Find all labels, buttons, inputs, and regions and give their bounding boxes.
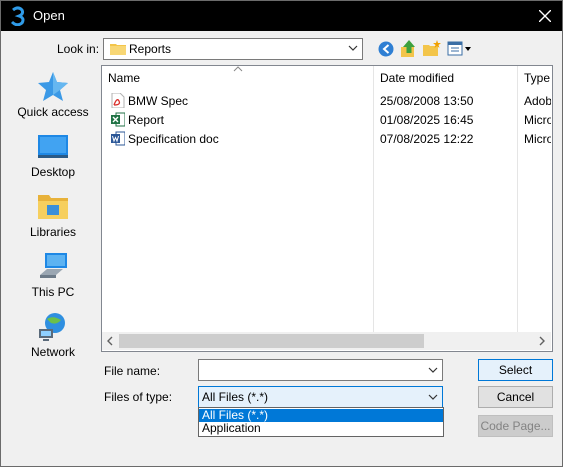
scroll-left-icon[interactable] [107, 336, 113, 346]
view-menu-button[interactable] [447, 39, 473, 59]
close-icon [539, 10, 551, 22]
files-of-type-value: All Files (*.*) [202, 390, 269, 404]
place-desktop[interactable]: Desktop [9, 127, 97, 185]
window-title: Open [33, 8, 65, 23]
view-menu-icon [447, 41, 471, 56]
file-name-label: File name: [104, 364, 161, 378]
file-type: Micro [524, 132, 551, 146]
place-label: This PC [31, 285, 75, 299]
cancel-button[interactable]: Cancel [478, 386, 553, 408]
code-page-button[interactable]: Code Page... [478, 415, 553, 437]
scrollbar-thumb[interactable] [119, 334, 424, 348]
files-of-type-dropdown-list: All Files (*.*) Application [198, 407, 444, 437]
files-of-type-select[interactable]: All Files (*.*) [198, 386, 443, 408]
select-button[interactable]: Select [478, 359, 553, 381]
network-icon [39, 313, 65, 341]
place-libraries[interactable]: Libraries [9, 187, 97, 245]
open-dialog: Open Look in: Reports Quick access Deskt… [0, 0, 563, 467]
files-of-type-label: Files of type: [104, 390, 173, 404]
file-row[interactable]: Report 01/08/2025 16:45 Micro [102, 110, 551, 129]
look-in-dropdown[interactable]: Reports [103, 38, 363, 60]
title-bar: Open [1, 1, 562, 31]
file-type: Adob [524, 94, 551, 108]
computer-icon [40, 253, 67, 278]
folder-icon [110, 44, 126, 55]
new-folder-icon[interactable] [422, 39, 442, 59]
column-header-name[interactable]: Name [108, 66, 140, 90]
look-in-label: Look in: [57, 42, 100, 56]
file-date: 07/08/2025 12:22 [380, 132, 474, 146]
file-date: 01/08/2025 16:45 [380, 113, 474, 127]
column-header-type[interactable]: Type [524, 66, 550, 90]
place-label: Libraries [29, 225, 77, 239]
scroll-right-icon[interactable] [539, 336, 545, 346]
libraries-icon [38, 195, 68, 219]
horizontal-scrollbar[interactable] [102, 332, 551, 350]
file-row[interactable]: BMW Spec 25/08/2008 13:50 Adob [102, 91, 551, 110]
close-button[interactable] [528, 1, 562, 31]
app-logo-icon [10, 6, 25, 26]
place-network[interactable]: Network [9, 307, 97, 365]
place-label: Quick access [17, 105, 89, 119]
file-name: BMW Spec [128, 94, 189, 108]
chevron-down-icon [348, 45, 358, 51]
place-label: Desktop [30, 165, 76, 179]
file-date: 25/08/2008 13:50 [380, 94, 474, 108]
desktop-icon [38, 135, 68, 158]
excel-file-icon [111, 112, 125, 127]
file-type: Micro [524, 113, 551, 127]
back-arrow-icon[interactable] [377, 39, 395, 59]
place-quick-access[interactable]: Quick access [9, 67, 97, 125]
place-this-pc[interactable]: This PC [9, 247, 97, 305]
look-in-value: Reports [129, 42, 172, 56]
places-bar: Quick access Desktop Libraries This PC N… [9, 67, 97, 367]
place-label: Network [30, 345, 75, 359]
chevron-down-icon[interactable] [428, 367, 438, 373]
up-folder-icon[interactable] [399, 39, 419, 59]
file-name: Report [128, 113, 165, 127]
chevron-down-icon [428, 394, 438, 400]
word-file-icon [111, 131, 125, 146]
dropdown-option[interactable]: Application [199, 422, 443, 435]
file-row[interactable]: Specification doc 07/08/2025 12:22 Micro [102, 129, 551, 148]
sort-ascending-icon [233, 66, 243, 72]
column-header-date[interactable]: Date modified [380, 66, 454, 90]
file-list[interactable]: Name Date modified Type BMW Spec 25/08/2… [101, 65, 553, 352]
quick-access-star-icon [38, 72, 68, 101]
file-name: Specification doc [128, 132, 219, 146]
file-name-input[interactable] [198, 359, 443, 381]
pdf-file-icon [111, 93, 125, 108]
